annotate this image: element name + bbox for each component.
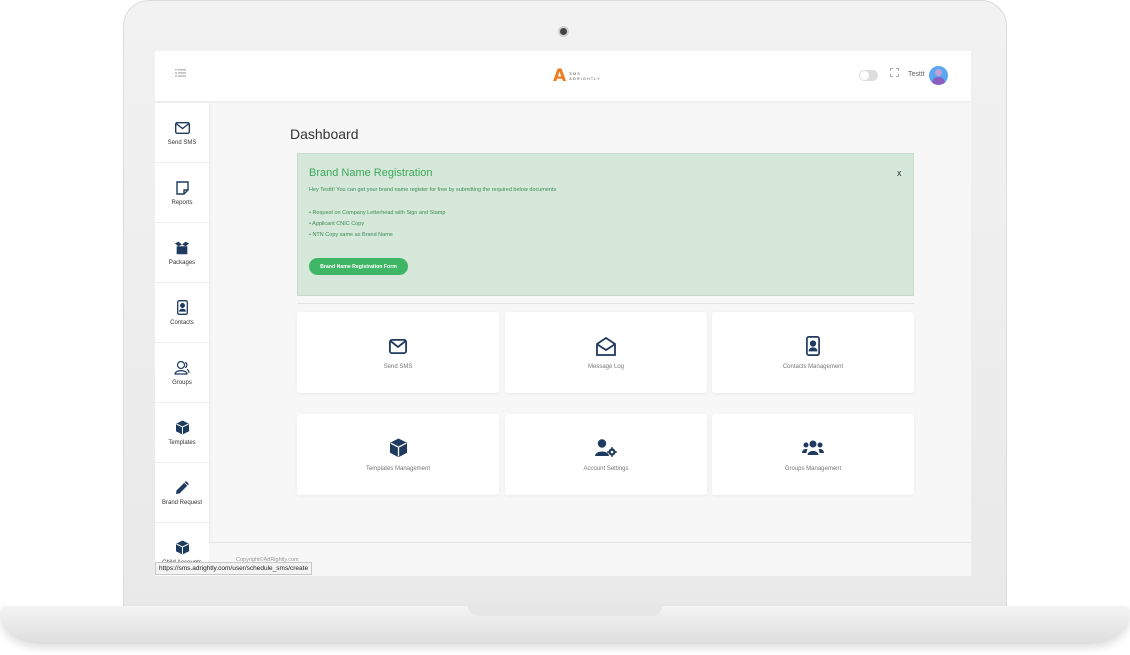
sidebar-item-packages[interactable]: Packages (155, 223, 209, 283)
fullscreen-icon[interactable] (890, 68, 899, 80)
contact-card-icon (174, 300, 190, 316)
brand-logo[interactable]: A SMS ADRIGHTLY (553, 66, 601, 86)
alert-message: Hey Testtt! You can get your brand name … (309, 187, 557, 193)
card-label: Contacts Management (782, 364, 844, 370)
envelope-icon (387, 335, 409, 357)
envelope-open-icon (595, 335, 617, 357)
user-cog-icon (595, 437, 617, 459)
camera-icon (558, 26, 569, 37)
sidebar-item-reports[interactable]: Reports (155, 163, 209, 223)
divider (297, 303, 914, 304)
sidebar-item-groups[interactable]: Groups (155, 343, 209, 403)
card-templates-management[interactable]: Templates Management (297, 414, 499, 495)
brand-registration-alert: Brand Name Registration x Hey Testtt! Yo… (297, 153, 914, 296)
envelope-icon (174, 120, 190, 136)
status-url-bar: https://sms.adrightly.com/user/schedule_… (155, 562, 313, 575)
card-label: Message Log (587, 364, 625, 370)
list-item: • Request on Company Letterhead with Sig… (309, 210, 446, 216)
card-label: Templates Management (365, 466, 431, 472)
theme-toggle[interactable] (859, 70, 878, 81)
users-outline-icon (174, 360, 190, 376)
cube-icon (174, 420, 190, 436)
alert-document-list: • Request on Company Letterhead with Sig… (309, 208, 445, 241)
footer: Copyright©AdRightly.com (209, 542, 971, 576)
card-label: Account Settings (583, 466, 629, 472)
users-icon (802, 437, 824, 459)
logo-mark: A (553, 65, 567, 86)
sidebar-item-templates[interactable]: Templates (155, 403, 209, 463)
logo-text: SMS ADRIGHTLY (569, 71, 601, 81)
sidebar-item-label: Send SMS (167, 139, 197, 146)
screen: A SMS ADRIGHTLY Testtt Send SMS Reports (155, 51, 971, 576)
sidebar-item-label: Templates (168, 439, 196, 446)
laptop-notch (468, 606, 662, 616)
cube-icon (387, 437, 409, 459)
list-item: • Applicant CNIC Copy (309, 221, 365, 227)
alert-title: Brand Name Registration (309, 167, 433, 179)
top-navbar: A SMS ADRIGHTLY Testtt (155, 51, 971, 101)
card-contacts-management[interactable]: Contacts Management (712, 312, 914, 393)
sidebar-item-label: Brand Request (161, 499, 203, 506)
avatar[interactable] (929, 66, 948, 85)
sidebar-item-label: Contacts (170, 319, 194, 326)
list-item: • NTN Copy same as Brand Name (309, 232, 393, 238)
sidebar-item-label: Reports (171, 199, 193, 206)
card-label: Groups Management (784, 466, 842, 472)
close-icon[interactable]: x (897, 168, 902, 178)
sidebar-item-contacts[interactable]: Contacts (155, 283, 209, 343)
brand-registration-form-button[interactable]: Brand Name Registration Form (309, 258, 408, 275)
username[interactable]: Testtt (908, 71, 925, 78)
note-icon (174, 180, 190, 196)
cube-icon (174, 540, 190, 556)
sidebar-item-label: Packages (168, 259, 196, 266)
card-groups-management[interactable]: Groups Management (712, 414, 914, 495)
card-label: Send SMS (383, 364, 413, 370)
list-icon[interactable] (175, 69, 186, 80)
sidebar-item-label: Groups (172, 379, 192, 386)
card-message-log[interactable]: Message Log (505, 312, 707, 393)
card-account-settings[interactable]: Account Settings (505, 414, 707, 495)
sidebar-item-brand-request[interactable]: Brand Request (155, 463, 209, 523)
box-open-icon (174, 240, 190, 256)
sidebar: Send SMS Reports Packages Contacts Group… (155, 103, 209, 576)
pencil-icon (174, 480, 190, 496)
sidebar-item-send-sms[interactable]: Send SMS (155, 103, 209, 163)
page-title: Dashboard (290, 126, 359, 142)
contact-card-icon (802, 335, 824, 357)
logo-line2: ADRIGHTLY (569, 76, 601, 81)
card-send-sms[interactable]: Send SMS (297, 312, 499, 393)
